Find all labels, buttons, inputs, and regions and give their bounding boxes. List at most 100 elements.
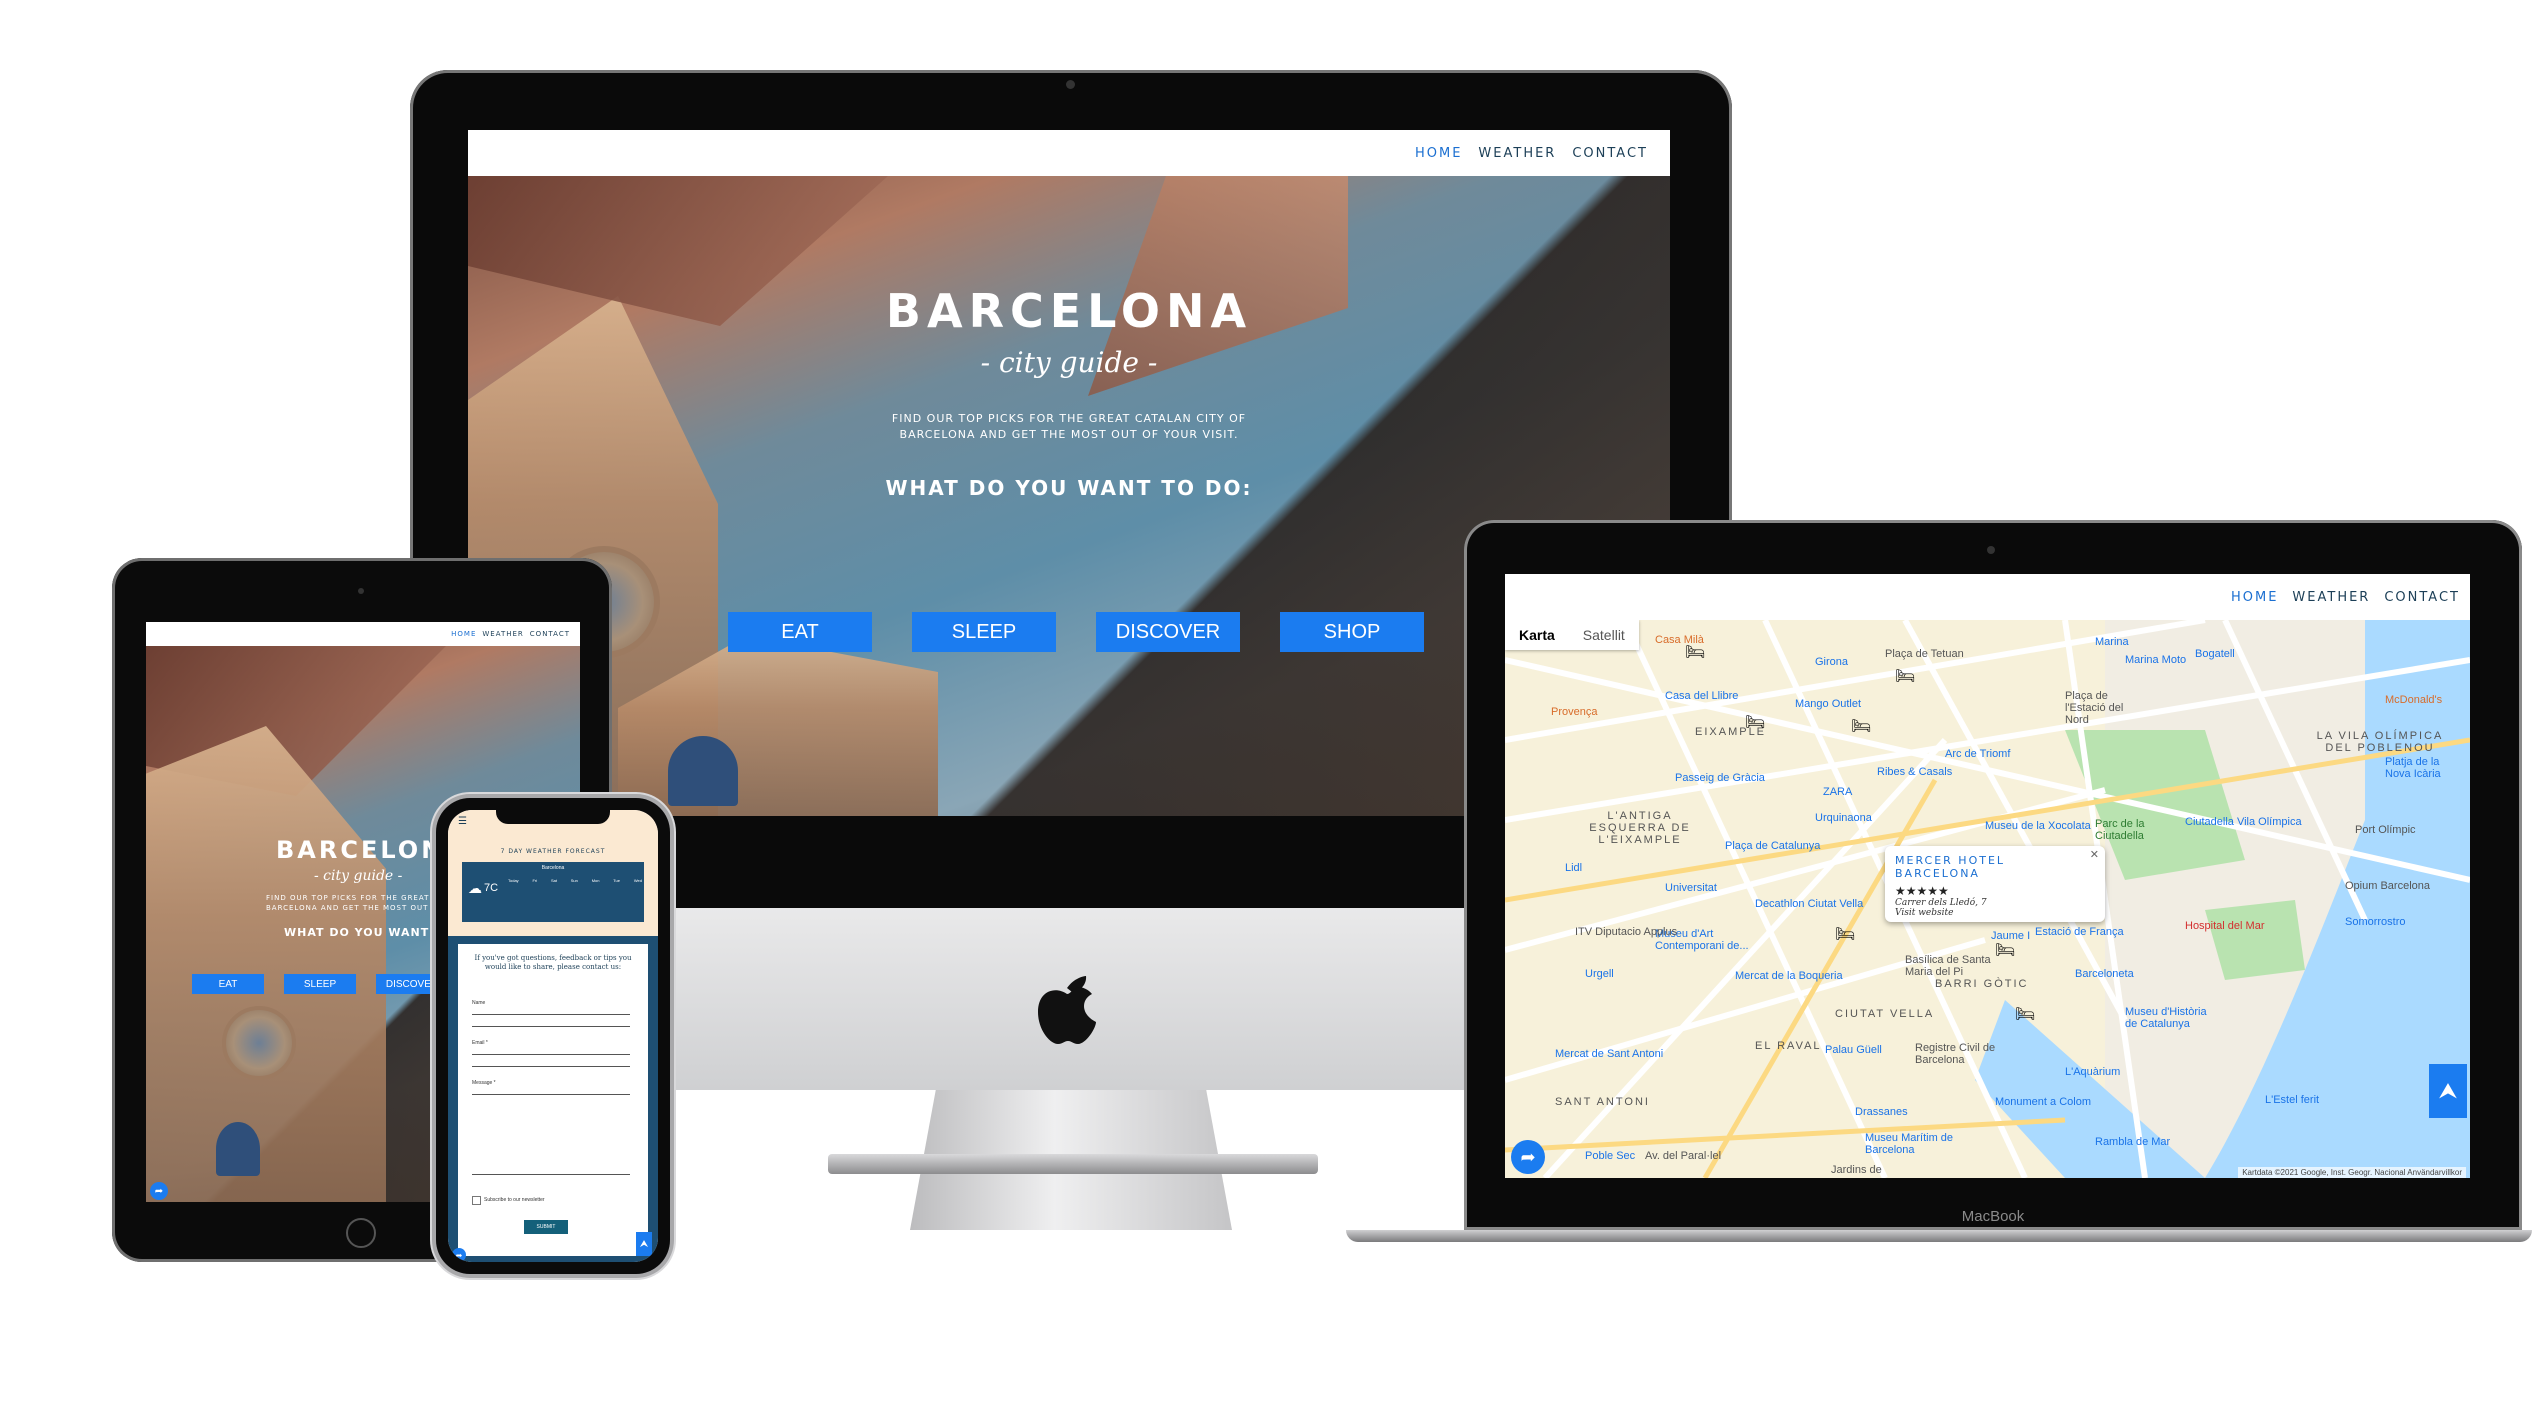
name-field-2[interactable]	[472, 1020, 630, 1027]
district-label: L'ANTIGA ESQUERRA DE L'EIXAMPLE	[1589, 810, 1691, 846]
navbar: HOME WEATHER CONTACT	[146, 622, 580, 646]
sleep-button[interactable]: SLEEP	[912, 612, 1056, 652]
share-arrow-icon: ➦	[1520, 1146, 1536, 1167]
info-window: MERCER HOTEL BARCELONA ★★★★★ Carrer dels…	[1885, 846, 2105, 922]
place-label: ZARA	[1823, 786, 1853, 798]
discover-button[interactable]: DISCOVER	[1096, 612, 1240, 652]
map-view[interactable]: Karta Satellit EIXAMPLE L'ANTIGA ESQUERR…	[1505, 620, 2470, 1178]
hamburger-menu-icon[interactable]: ☰	[458, 816, 467, 827]
place-label: Parc de la Ciutadella	[2095, 818, 2145, 842]
place-label: ITV Diputacio Applus	[1575, 926, 1678, 938]
weather-day: Fri	[532, 878, 538, 883]
place-label: Opium Barcelona	[2345, 880, 2430, 892]
scroll-top-button[interactable]: ⮝	[636, 1232, 652, 1256]
hotel-marker-icon[interactable]: 🛏	[1685, 642, 1705, 662]
place-label: Registre Civil de Barcelona	[1915, 1042, 1996, 1066]
info-window-stars: ★★★★★	[1895, 884, 1949, 898]
message-field[interactable]	[472, 1088, 630, 1095]
place-label: Lidl	[1565, 862, 1583, 874]
place-label: Plaça de Tetuan	[1885, 648, 1964, 660]
submit-button[interactable]: Submit	[524, 1220, 568, 1234]
hotel-marker-icon[interactable]: 🛏	[1851, 716, 1871, 736]
nav-contact[interactable]: CONTACT	[2384, 590, 2460, 605]
name-field[interactable]	[472, 1008, 630, 1015]
hotel-marker-icon[interactable]: 🛏	[2015, 1004, 2035, 1024]
eat-button[interactable]: EAT	[192, 974, 264, 994]
nav-weather[interactable]: WEATHER	[482, 630, 523, 638]
shop-button[interactable]: SHOP	[1280, 612, 1424, 652]
message-textarea[interactable]	[472, 1100, 630, 1175]
place-label: Mercat de la Boqueria	[1735, 970, 1843, 982]
email-field[interactable]	[472, 1048, 630, 1055]
place-label: Plaça de Catalunya	[1725, 840, 1821, 852]
message-label: Message *	[472, 1080, 496, 1086]
contact-intro: If you've got questions, feedback or tip…	[474, 954, 632, 971]
nav-home[interactable]: HOME	[1415, 146, 1462, 161]
place-label: Provença	[1551, 706, 1598, 718]
place-label: Poble Sec	[1585, 1150, 1636, 1162]
directions-button[interactable]: ➦	[452, 1248, 466, 1262]
contact-section: If you've got questions, feedback or tip…	[448, 936, 658, 1262]
navbar: HOME WEATHER CONTACT	[1505, 574, 2470, 620]
hotel-marker-icon[interactable]: 🛏	[1895, 666, 1915, 686]
place-label: Urquinaona	[1815, 812, 1872, 824]
weather-title: 7 DAY WEATHER FORECAST	[500, 848, 606, 855]
nav-contact[interactable]: CONTACT	[1572, 146, 1648, 161]
nav-weather[interactable]: WEATHER	[2292, 590, 2370, 605]
name-label: Name	[472, 1000, 486, 1006]
place-label: McDonald's	[2385, 694, 2443, 706]
apple-logo-icon	[1032, 966, 1102, 1046]
district-label: SANT ANTONI	[1555, 1096, 1650, 1108]
weather-temp: 7C	[484, 882, 499, 894]
cathedral-window	[216, 1122, 260, 1176]
sleep-button[interactable]: SLEEP	[284, 974, 356, 994]
scroll-top-button[interactable]: ⮝	[2429, 1064, 2467, 1118]
hero-subtitle: - city guide -	[980, 346, 1158, 379]
directions-button[interactable]: ➦	[150, 1182, 168, 1200]
place-label: Decathlon Ciutat Vella	[1755, 898, 1864, 910]
nav-home[interactable]: HOME	[2231, 590, 2278, 605]
map-type-karta[interactable]: Karta	[1505, 620, 1569, 650]
subscribe-checkbox[interactable]	[472, 1196, 481, 1205]
email-field-2[interactable]	[472, 1060, 630, 1067]
place-label: Hospital del Mar	[2185, 920, 2265, 932]
place-label: Museu de la Xocolata	[1985, 820, 2091, 832]
place-label: Universitat	[1665, 882, 1717, 894]
place-label: Monument a Colom	[1995, 1096, 2091, 1108]
weather-section: ☰ 7 DAY WEATHER FORECAST Barcelona ☁ 7C …	[448, 810, 658, 936]
weather-day: Today	[508, 878, 519, 883]
close-icon[interactable]: ✕	[2090, 848, 2099, 861]
hotel-marker-icon[interactable]: 🛏	[1745, 712, 1765, 732]
iphone-notch	[496, 808, 610, 824]
imac-stand-base	[828, 1154, 1318, 1174]
place-label: Somorrostro	[2345, 916, 2406, 928]
hero-title: BARCELONA	[885, 284, 1253, 338]
nav-weather[interactable]: WEATHER	[1478, 146, 1556, 161]
ipad-home-button[interactable]	[346, 1218, 376, 1248]
place-label: Ribes & Casals	[1877, 766, 1953, 778]
place-label: Estació de França	[2035, 926, 2124, 938]
hotel-marker-icon[interactable]: 🛏	[1835, 924, 1855, 944]
ipad-camera	[358, 588, 364, 594]
map-type-satellit[interactable]: Satellit	[1569, 620, 1639, 650]
district-label: BARRI GÒTIC	[1935, 978, 2029, 990]
nav-contact[interactable]: CONTACT	[530, 630, 570, 638]
eat-button[interactable]: EAT	[728, 612, 872, 652]
place-label: Palau Güell	[1825, 1044, 1882, 1056]
macbook-brand: MacBook	[1961, 1208, 2025, 1225]
place-label: Museu Marítim de Barcelona	[1865, 1132, 1954, 1156]
weather-day: Wed	[633, 878, 642, 883]
hotel-marker-icon[interactable]: 🛏	[1995, 940, 2015, 960]
hero-text-line2: BARCELONA AND GET THE MOST OUT OF YOUR V…	[899, 428, 1239, 441]
weather-day: Sat	[550, 878, 557, 883]
directions-button[interactable]: ➦	[1511, 1140, 1545, 1174]
weather-days: Today Fri Sat Sun Mon Tue Wed	[508, 878, 642, 883]
place-label: Jardins de	[1831, 1164, 1882, 1176]
cathedral-window	[668, 736, 738, 806]
subscribe-label: Subscribe to our newsletter	[484, 1197, 545, 1203]
weather-place: Barcelona	[541, 865, 565, 871]
place-label: Av. del Paral·lel	[1645, 1150, 1722, 1162]
nav-home[interactable]: HOME	[451, 630, 476, 638]
info-window-link[interactable]: Visit website	[1895, 908, 2095, 918]
hero-text-line1: FIND OUR TOP PICKS FOR THE GREAT CATALAN…	[891, 412, 1247, 425]
